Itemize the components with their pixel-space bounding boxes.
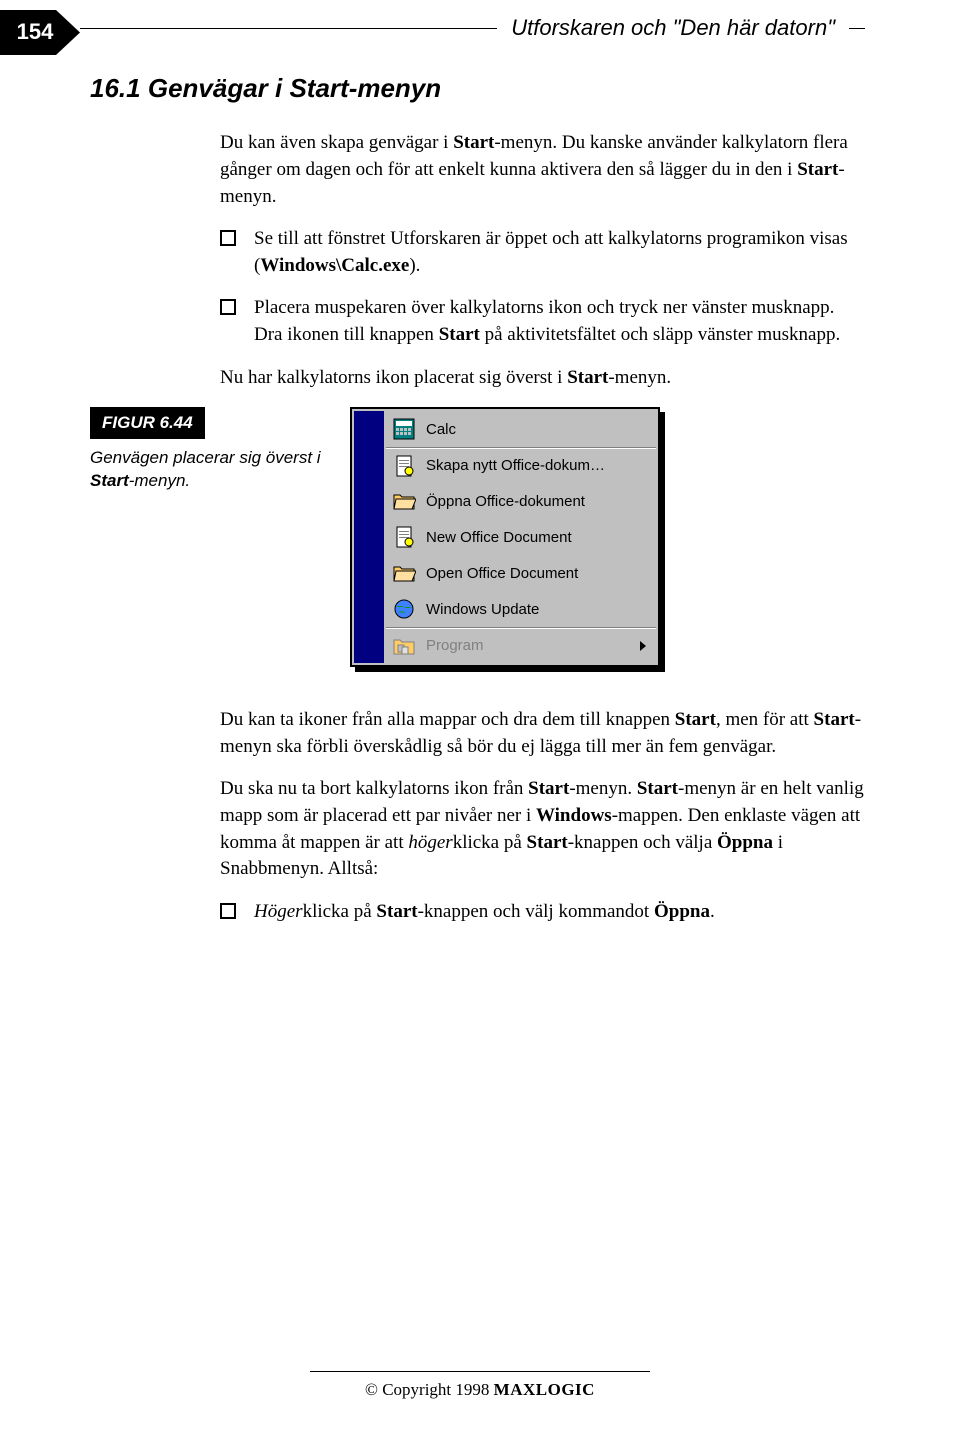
figure-caption: Genvägen placerar sig överst i Start-men… bbox=[90, 447, 330, 493]
page-number-tab: 154 bbox=[0, 10, 80, 55]
section-heading: 16.1 Genvägar i Start-menyn bbox=[90, 70, 865, 106]
new-document-icon bbox=[392, 525, 416, 549]
menu-item-label: Open Office Document bbox=[426, 563, 650, 584]
menu-item-new-office[interactable]: New Office Document bbox=[386, 519, 656, 555]
paragraph-3: Du kan ta ikoner från alla mappar och dr… bbox=[220, 707, 865, 760]
menu-item-label: Program bbox=[426, 635, 640, 656]
running-header: Utforskaren och "Den här datorn" bbox=[80, 13, 865, 44]
menu-item-calc[interactable]: Calc bbox=[386, 411, 656, 447]
start-menu-vertical-bar bbox=[354, 411, 384, 663]
paragraph-4: Du ska nu ta bort kalkylatorns ikon från… bbox=[220, 776, 865, 882]
calculator-icon bbox=[392, 417, 416, 441]
checklist-text: Se till att fönstret Utforskaren är öppe… bbox=[254, 226, 865, 279]
paragraph-1: Du kan även skapa genvägar i Start-menyn… bbox=[220, 130, 865, 210]
page-number: 154 bbox=[17, 17, 54, 48]
menu-item-skapa-nytt[interactable]: Skapa nytt Office-dokum… bbox=[386, 447, 656, 483]
menu-item-label: Calc bbox=[426, 419, 650, 440]
checkbox-icon bbox=[220, 299, 236, 315]
folder-open-icon bbox=[392, 489, 416, 513]
copyright-text: © Copyright 1998 bbox=[365, 1380, 489, 1399]
header-rule-left bbox=[80, 28, 497, 29]
programs-folder-icon bbox=[392, 634, 416, 658]
checklist-text: Högerklicka på Start-knappen och välj ko… bbox=[254, 899, 715, 926]
globe-icon bbox=[392, 597, 416, 621]
start-menu-screenshot: Calc Skapa nytt Office-dokum… Öppna Offi… bbox=[350, 407, 660, 667]
menu-item-label: Windows Update bbox=[426, 599, 650, 620]
menu-item-label: Öppna Office-dokument bbox=[426, 491, 650, 512]
menu-item-label: Skapa nytt Office-dokum… bbox=[426, 455, 650, 476]
start-menu-items: Calc Skapa nytt Office-dokum… Öppna Offi… bbox=[386, 411, 656, 663]
running-header-title: Utforskaren och "Den här datorn" bbox=[497, 13, 849, 44]
footer-rule bbox=[310, 1371, 650, 1372]
section-number: 16.1 bbox=[90, 73, 141, 103]
checkbox-icon bbox=[220, 903, 236, 919]
header-rule-right bbox=[849, 28, 865, 29]
brand-name: MAXLOGIC bbox=[494, 1380, 595, 1399]
menu-item-open-office[interactable]: Open Office Document bbox=[386, 555, 656, 591]
paragraph-2: Nu har kalkylatorns ikon placerat sig öv… bbox=[220, 365, 865, 392]
figure-6-44: FIGUR 6.44 Genvägen placerar sig överst … bbox=[90, 407, 865, 667]
menu-item-label: New Office Document bbox=[426, 527, 650, 548]
checklist-item-1: Se till att fönstret Utforskaren är öppe… bbox=[220, 226, 865, 279]
submenu-arrow-icon bbox=[640, 641, 646, 651]
menu-item-windows-update[interactable]: Windows Update bbox=[386, 591, 656, 627]
page-footer: © Copyright 1998 MAXLOGIC bbox=[0, 1371, 960, 1402]
checklist-item-2: Placera muspekaren över kalkylatorns iko… bbox=[220, 295, 865, 348]
checklist-text: Placera muspekaren över kalkylatorns iko… bbox=[254, 295, 865, 348]
menu-item-oppna-office[interactable]: Öppna Office-dokument bbox=[386, 483, 656, 519]
new-document-icon bbox=[392, 454, 416, 478]
menu-item-program[interactable]: Program bbox=[386, 627, 656, 663]
figure-label: FIGUR 6.44 bbox=[90, 407, 205, 439]
checklist-item-3: Högerklicka på Start-knappen och välj ko… bbox=[220, 899, 865, 926]
checkbox-icon bbox=[220, 230, 236, 246]
folder-open-icon bbox=[392, 561, 416, 585]
section-title: Genvägar i Start-menyn bbox=[148, 73, 441, 103]
